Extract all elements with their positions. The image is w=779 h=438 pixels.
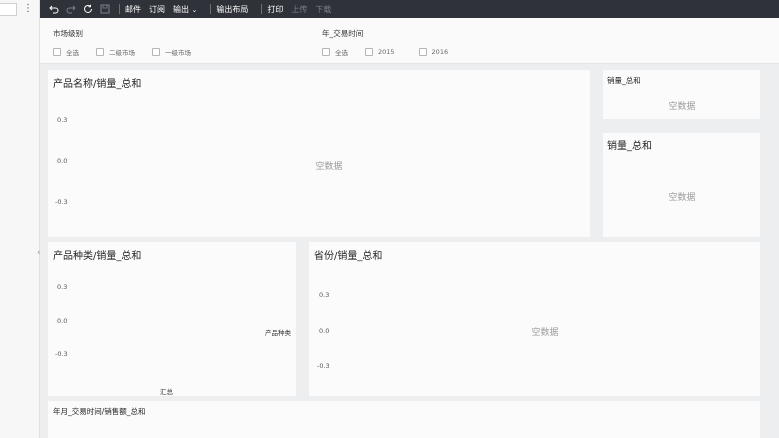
export-label: 输出 xyxy=(173,4,189,14)
option-label: 2015 xyxy=(378,48,395,56)
checkbox[interactable] xyxy=(152,48,160,56)
year-option-2016[interactable]: 2016 xyxy=(418,47,449,57)
y-tick: 0.3 xyxy=(319,291,330,299)
category-label: 汇总 xyxy=(160,388,173,396)
product-name-chart-panel: 产品名称/销量_总和 0.3 0.0 -0.3 空数据 xyxy=(48,70,590,237)
y-tick: -0.3 xyxy=(317,362,330,370)
sales-total-card: 销量_总和 空数据 xyxy=(603,133,760,237)
toolbar-divider xyxy=(261,4,263,14)
redo-icon[interactable] xyxy=(63,0,79,18)
option-label: 2016 xyxy=(431,48,449,56)
toolbar-divider xyxy=(210,4,212,14)
y-tick: -0.3 xyxy=(55,350,68,358)
option-label: 二级市场 xyxy=(109,49,135,57)
y-tick: 0.0 xyxy=(57,317,68,325)
y-tick: -0.3 xyxy=(55,198,68,206)
email-button[interactable]: 邮件 xyxy=(125,4,141,15)
chevron-down-icon: ⌄ xyxy=(191,5,198,14)
empty-data-text: 空数据 xyxy=(668,193,696,203)
left-sidebar-strip: ⋮ ‹ xyxy=(0,0,41,438)
x-axis-label: 产品种类 xyxy=(265,329,291,337)
checkbox[interactable] xyxy=(322,48,330,56)
export-layout-button[interactable]: 输出布局 xyxy=(216,4,248,15)
toolbar-divider xyxy=(119,4,120,14)
upload-button[interactable]: 上传 xyxy=(291,4,307,15)
checkbox[interactable] xyxy=(96,48,104,56)
sidebar-mini-input[interactable] xyxy=(0,3,17,16)
market-level-title: 市场级别 xyxy=(53,29,83,38)
checkbox[interactable] xyxy=(53,48,61,56)
panel-title: 销量_总和 xyxy=(607,141,652,152)
panel-title: 省份/销量_总和 xyxy=(314,251,383,262)
year-filter: 年_交易时间 全选 2015 2016 xyxy=(322,28,465,57)
checkbox[interactable] xyxy=(418,48,427,56)
market-level-filter: 市场级别 全选 二级市场 一级市场 xyxy=(53,28,208,57)
y-tick: 0.0 xyxy=(57,157,68,165)
market-option-all[interactable]: 全选 xyxy=(53,47,79,57)
save-icon[interactable] xyxy=(97,0,113,18)
province-chart-panel: 省份/销量_总和 0.3 0.0 -0.3 空数据 xyxy=(309,242,760,396)
undo-icon[interactable] xyxy=(46,0,62,18)
option-label: 一级市场 xyxy=(165,49,191,57)
download-button[interactable]: 下载 xyxy=(315,4,331,15)
panel-title: 产品名称/销量_总和 xyxy=(53,79,142,90)
empty-data-text: 空数据 xyxy=(315,162,343,172)
filter-bar: 市场级别 全选 二级市场 一级市场 年_交易时间 全选 2015 2016 xyxy=(40,18,779,64)
year-filter-title: 年_交易时间 xyxy=(322,29,364,38)
y-tick: 0.0 xyxy=(319,327,330,335)
empty-data-text: 空数据 xyxy=(531,328,559,338)
sales-total-card-small: 销量_总和 空数据 xyxy=(603,70,760,119)
market-option-secondary[interactable]: 二级市场 xyxy=(96,47,135,57)
option-label: 全选 xyxy=(66,49,79,57)
product-type-chart-panel: 产品种类/销量_总和 0.3 0.0 -0.3 产品种类 汇总 xyxy=(48,242,296,396)
export-dropdown[interactable]: 输出 ⌄ xyxy=(173,4,197,15)
panel-title: 产品种类/销量_总和 xyxy=(53,251,142,262)
collapse-arrow-icon[interactable]: ‹ xyxy=(37,248,41,258)
subscribe-button[interactable]: 订阅 xyxy=(149,4,165,15)
y-tick: 0.3 xyxy=(57,283,68,291)
refresh-icon[interactable] xyxy=(80,0,96,18)
year-option-all[interactable]: 全选 xyxy=(322,47,348,57)
more-options-icon[interactable]: ⋮ xyxy=(23,3,33,15)
market-option-primary[interactable]: 一级市场 xyxy=(152,47,191,57)
empty-data-text: 空数据 xyxy=(668,102,696,112)
year-option-2015[interactable]: 2015 xyxy=(365,47,395,57)
print-button[interactable]: 打印 xyxy=(267,4,283,15)
y-tick: 0.3 xyxy=(57,116,68,124)
year-month-chart-panel: 年月_交易时间/销售额_总和 xyxy=(48,401,760,438)
toolbar: 邮件 订阅 输出 ⌄ 输出布局 打印 上传 下载 xyxy=(40,0,779,18)
panel-title: 年月_交易时间/销售额_总和 xyxy=(53,407,146,416)
option-label: 全选 xyxy=(335,49,348,57)
panel-title: 销量_总和 xyxy=(607,76,641,85)
checkbox[interactable] xyxy=(365,48,373,56)
